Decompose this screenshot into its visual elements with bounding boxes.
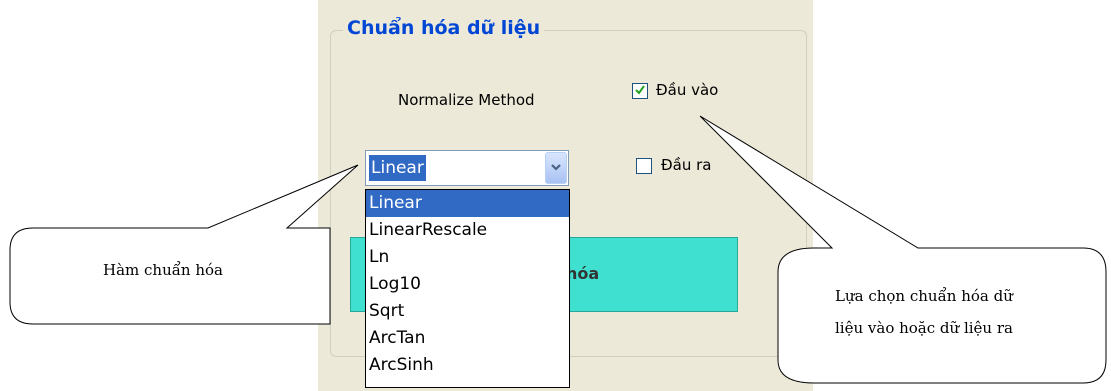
selection-callout-line1: Lựa chọn chuẩn hóa dữ [835,287,1013,305]
function-callout-text: Hàm chuẩn hóa [103,261,223,279]
selection-callout-line2: liệu vào hoặc dữ liệu ra [835,319,1013,337]
left-callout-bubble [9,164,359,325]
